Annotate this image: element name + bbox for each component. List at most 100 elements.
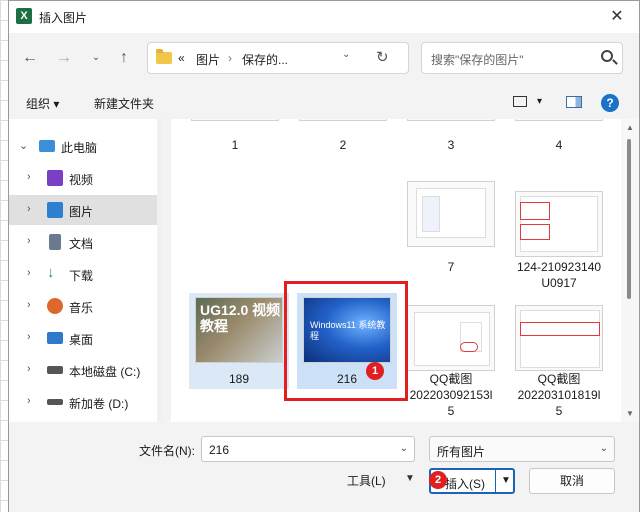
insert-button-label: 插入(S)	[445, 477, 485, 491]
address-overflow-chevron[interactable]: «	[178, 51, 185, 65]
collapse-chevron-icon[interactable]: ›	[27, 203, 31, 215]
insert-picture-dialog: X 插入图片 ✕ ← → ⌄ ↑ « 图片 › 保存的... ⌄ ↻ 搜索"保存…	[8, 0, 640, 512]
view-mode-icon[interactable]	[513, 96, 527, 107]
sidebar-item-music[interactable]: › 音乐	[9, 291, 157, 321]
close-icon[interactable]: ✕	[605, 5, 629, 29]
monitor-icon	[39, 140, 55, 152]
file-name-line: QQ截图	[429, 372, 473, 386]
sidebar-item-label: 文档	[69, 237, 94, 251]
file-type-select[interactable]: 所有图片 ⌄	[429, 436, 615, 462]
insert-dropdown-arrow-icon[interactable]: ▼	[501, 475, 511, 486]
tools-button[interactable]: 工具(L)	[347, 472, 386, 489]
breadcrumb-separator: ›	[228, 51, 232, 65]
file-thumbnail	[515, 305, 603, 371]
filename-label: 文件名(N):	[139, 444, 195, 458]
file-name-line: 202203092153l	[409, 388, 493, 402]
step-badge-1: 1	[366, 362, 384, 380]
file-item[interactable]: UG12.0 视频教程 189	[189, 293, 289, 389]
sidebar-item-label: 本地磁盘 (C:)	[69, 365, 141, 379]
cancel-button[interactable]: 取消	[529, 468, 615, 494]
chevron-down-icon[interactable]: ⌄	[400, 443, 408, 454]
file-thumbnail	[515, 119, 603, 121]
file-name-line: 202203101819l	[517, 388, 601, 402]
collapse-chevron-icon[interactable]: ›	[27, 267, 31, 279]
file-item[interactable]: 124-210923140 U0917	[509, 179, 609, 290]
expand-chevron-icon[interactable]: ⌄	[19, 139, 28, 152]
filename-input[interactable]: 216 ⌄	[201, 436, 415, 462]
organize-button[interactable]: 组织 ▾	[26, 95, 59, 112]
file-thumbnail	[299, 119, 387, 121]
preview-pane-icon[interactable]	[566, 96, 582, 108]
collapse-chevron-icon[interactable]: ›	[27, 171, 31, 183]
search-icon[interactable]	[601, 50, 613, 62]
sidebar-item-videos[interactable]: › 视频	[9, 163, 157, 193]
scroll-up-arrow-icon[interactable]: ▲	[626, 123, 634, 132]
recent-locations-chevron-icon[interactable]: ⌄	[85, 47, 107, 69]
up-arrow-icon[interactable]: ↑	[113, 47, 135, 69]
dialog-footer: 文件名(N): 216 ⌄ 所有图片 ⌄ 工具(L) ▼ 插入(S) ▼ 取消	[9, 422, 639, 512]
collapse-chevron-icon[interactable]: ›	[27, 235, 31, 247]
forward-arrow-icon[interactable]: →	[53, 47, 75, 69]
file-name-line: QQ截图	[537, 372, 581, 386]
drive-c-icon	[47, 366, 63, 374]
file-item[interactable]: 4	[509, 119, 609, 153]
sidebar-item-label: 视频	[69, 173, 94, 187]
file-name-line: 5	[555, 404, 563, 418]
breadcrumb-pictures[interactable]: 图片	[196, 51, 220, 68]
sidebar-item-label: 下载	[69, 269, 94, 283]
file-item[interactable]: 3	[401, 119, 501, 153]
collapse-chevron-icon[interactable]: ›	[27, 363, 31, 375]
address-dropdown-chevron-icon[interactable]: ⌄	[342, 49, 350, 60]
sidebar-item-pictures[interactable]: › 图片	[9, 195, 157, 225]
download-icon: ↓	[47, 264, 55, 281]
command-bar: 组织 ▾ 新建文件夹 ▾ ?	[9, 85, 639, 119]
pictures-icon	[47, 202, 63, 218]
sidebar-item-documents[interactable]: › 文档	[9, 227, 157, 257]
chevron-down-icon[interactable]: ⌄	[600, 443, 608, 454]
file-thumbnail	[407, 181, 495, 247]
scrollbar-thumb[interactable]	[627, 139, 631, 299]
sidebar-item-drive-c[interactable]: › 本地磁盘 (C:)	[9, 355, 157, 385]
file-name-line: 5	[447, 404, 455, 418]
file-thumbnail	[191, 119, 279, 121]
sidebar-item-desktop[interactable]: › 桌面	[9, 323, 157, 353]
file-item[interactable]: 1	[185, 119, 285, 153]
file-thumbnail: UG12.0 视频教程	[195, 297, 283, 363]
search-box[interactable]: 搜索"保存的图片"	[421, 42, 623, 74]
new-folder-button[interactable]: 新建文件夹	[94, 95, 154, 112]
file-name: 189	[228, 372, 250, 386]
search-placeholder: 搜索"保存的图片"	[431, 53, 524, 67]
file-thumbnail	[407, 119, 495, 121]
collapse-chevron-icon[interactable]: ›	[27, 299, 31, 311]
file-name: 2	[339, 138, 347, 152]
file-name: 1	[231, 138, 239, 152]
pane-splitter[interactable]	[158, 119, 163, 422]
file-item[interactable]: 2	[293, 119, 393, 153]
video-icon	[47, 170, 63, 186]
address-bar[interactable]: « 图片 › 保存的... ⌄ ↻	[147, 42, 409, 74]
folder-icon	[156, 49, 172, 64]
back-arrow-icon[interactable]: ←	[19, 47, 41, 69]
collapse-chevron-icon[interactable]: ›	[27, 331, 31, 343]
sidebar-item-this-pc[interactable]: ⌄ 此电脑	[9, 131, 157, 161]
file-item[interactable]: 7	[401, 179, 501, 275]
breadcrumb-saved-pictures[interactable]: 保存的...	[242, 51, 288, 68]
file-thumbnail	[515, 191, 603, 257]
navigation-bar: ← → ⌄ ↑ « 图片 › 保存的... ⌄ ↻ 搜索"保存的图片"	[9, 33, 639, 85]
vertical-scrollbar[interactable]: ▲ ▼	[621, 119, 639, 422]
thumbnail-caption: UG12.0 视频教程	[200, 302, 281, 334]
file-name-line: 124-210923140	[516, 260, 602, 274]
collapse-chevron-icon[interactable]: ›	[27, 395, 31, 407]
tools-dropdown-arrow-icon[interactable]: ▼	[405, 473, 415, 484]
refresh-icon[interactable]: ↻	[376, 48, 389, 66]
file-item[interactable]: QQ截图 202203101819l 5	[509, 293, 609, 419]
desktop-icon	[47, 332, 63, 344]
sidebar-item-label: 图片	[69, 205, 94, 219]
sidebar-item-drive-d[interactable]: › 新加卷 (D:)	[9, 387, 157, 417]
scroll-down-arrow-icon[interactable]: ▼	[626, 409, 634, 418]
view-dropdown-chevron-icon[interactable]: ▾	[537, 96, 542, 107]
sidebar-item-downloads[interactable]: › ↓ 下载	[9, 259, 157, 289]
help-icon[interactable]: ?	[601, 94, 619, 112]
file-item[interactable]: QQ截图 202203092153l 5	[401, 293, 501, 419]
title-bar: X 插入图片 ✕	[9, 1, 639, 33]
